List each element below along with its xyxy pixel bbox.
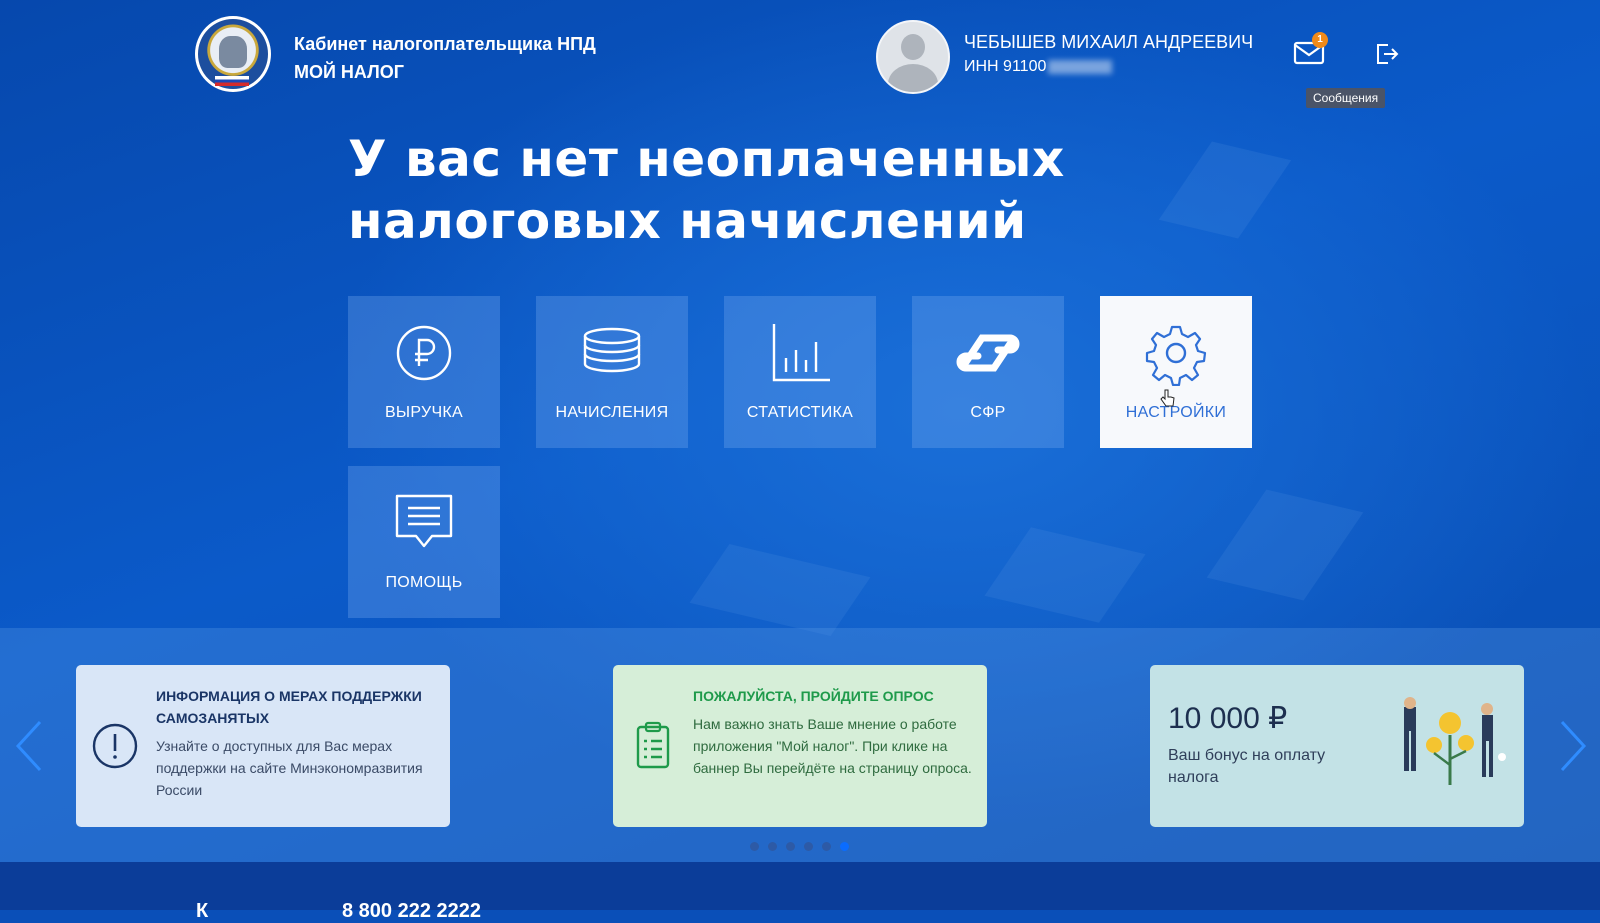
chevron-right-icon xyxy=(1560,720,1587,772)
sfr-logo-icon xyxy=(956,334,1020,372)
tile-label: НАСТРОЙКИ xyxy=(1125,404,1227,421)
carousel-next-button[interactable] xyxy=(1556,718,1590,774)
inn-redacted xyxy=(1048,59,1113,74)
coins-stack-icon xyxy=(583,327,641,373)
bar-chart-icon xyxy=(772,324,830,382)
flag-icon xyxy=(215,76,249,86)
header: Кабинет налогоплательщика НПД МОЙ НАЛОГ … xyxy=(0,0,1600,110)
bonus-amount: 10 000 ₽ xyxy=(1168,702,1288,735)
chevron-left-icon xyxy=(15,720,42,772)
bonus-text: Ваш бонус на оплату налога xyxy=(1168,747,1326,786)
avatar[interactable] xyxy=(876,20,950,94)
tile-label: СФР xyxy=(970,404,1006,421)
eagle-icon xyxy=(219,36,247,68)
footer xyxy=(0,862,1600,910)
tile-help[interactable]: ПОМОЩЬ xyxy=(348,466,500,618)
tile-label: ВЫРУЧКА xyxy=(384,404,464,421)
fns-emblem-logo[interactable] xyxy=(195,16,271,92)
logout-icon xyxy=(1377,44,1399,64)
footer-phone[interactable]: 8 800 222 2222 xyxy=(342,900,481,923)
survey-card-text: Нам важно знать Ваше мнение о работе при… xyxy=(693,716,972,776)
survey-card[interactable]: ПОЖАЛУЙСТА, ПРОЙДИТЕ ОПРОС Нам важно зна… xyxy=(613,665,987,827)
tile-label: СТАТИСТИКА xyxy=(746,404,854,421)
support-card-title: ИНФОРМАЦИЯ О МЕРАХ ПОДДЕРЖКИ САМОЗАНЯТЫХ xyxy=(156,688,422,726)
footer-text: К xyxy=(196,900,209,922)
messages-badge: 1 xyxy=(1312,32,1328,48)
exclamation-icon xyxy=(92,723,138,769)
tile-label: НАЧИСЛЕНИЯ xyxy=(555,404,669,421)
carousel-dot[interactable] xyxy=(786,842,795,851)
carousel-prev-button[interactable] xyxy=(12,718,46,774)
carousel-dot[interactable] xyxy=(750,842,759,851)
support-card[interactable]: ИНФОРМАЦИЯ О МЕРАХ ПОДДЕРЖКИ САМОЗАНЯТЫХ… xyxy=(76,665,450,827)
brand-line2: МОЙ НАЛОГ xyxy=(294,62,404,82)
avatar-head xyxy=(901,34,925,60)
chat-icon xyxy=(395,494,453,548)
tile-sfr[interactable]: СФР xyxy=(912,296,1064,448)
carousel-dot-active[interactable] xyxy=(840,842,849,851)
clipboard-checklist-icon xyxy=(636,721,670,769)
tile-statistics[interactable]: СТАТИСТИКА xyxy=(724,296,876,448)
avatar-body xyxy=(888,64,938,92)
tile-label: ПОМОЩЬ xyxy=(385,574,463,591)
logout-button[interactable] xyxy=(1374,42,1404,70)
cursor-hand-icon xyxy=(1160,389,1175,407)
page-title: У вас нет неоплаченных налоговых начисле… xyxy=(348,130,1065,250)
bonus-card[interactable]: 10 000 ₽ Ваш бонус на оплату налога xyxy=(1150,665,1524,827)
brand-title: Кабинет налогоплательщика НПД МОЙ НАЛОГ xyxy=(294,30,596,86)
tile-charges[interactable]: НАЧИСЛЕНИЯ xyxy=(536,296,688,448)
carousel-dots xyxy=(750,838,858,851)
money-tree-illustration xyxy=(1404,697,1506,785)
messages-tooltip: Сообщения xyxy=(1306,88,1386,108)
tile-settings[interactable]: НАСТРОЙКИ xyxy=(1100,296,1252,448)
carousel-dot[interactable] xyxy=(768,842,777,851)
carousel-dot[interactable] xyxy=(804,842,813,851)
gear-icon xyxy=(1145,325,1207,386)
tile-revenue[interactable]: ВЫРУЧКА xyxy=(348,296,500,448)
inn-label: ИНН 91100 xyxy=(964,58,1113,76)
user-name[interactable]: ЧЕБЫШЕВ МИХАИЛ АНДРЕЕВИЧ xyxy=(964,32,1253,53)
survey-card-title: ПОЖАЛУЙСТА, ПРОЙДИТЕ ОПРОС xyxy=(693,688,934,704)
brand-line1: Кабинет налогоплательщика НПД xyxy=(294,34,596,54)
carousel-dot[interactable] xyxy=(822,842,831,851)
inn-text: ИНН 91100 xyxy=(964,58,1047,75)
support-card-text: Узнайте о доступных для Вас мерах поддер… xyxy=(156,738,423,798)
ruble-icon xyxy=(396,325,452,381)
